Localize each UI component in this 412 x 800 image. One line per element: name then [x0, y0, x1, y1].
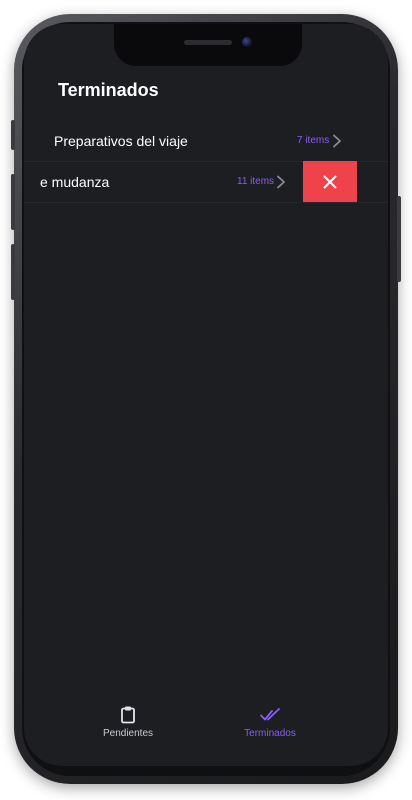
chevron-right-icon [277, 175, 285, 189]
speaker [184, 40, 232, 45]
app-screen: Terminados Preparativos del viaje 7 item… [24, 24, 388, 766]
notch [114, 24, 302, 66]
tab-pendientes[interactable]: Pendientes [68, 704, 188, 739]
list-item[interactable]: Preparativos del viaje 7 items [24, 121, 388, 162]
page-title: Terminados [58, 80, 159, 100]
volume-up-button [11, 174, 15, 230]
clipboard-icon [121, 706, 135, 724]
camera [242, 37, 252, 47]
list-item-label: Preparativos del viaje [54, 133, 188, 149]
volume-down-button [11, 244, 15, 300]
delete-button[interactable] [303, 161, 357, 202]
list-item-count: 11 items [237, 176, 275, 187]
tab-label: Terminados [244, 728, 296, 739]
power-button [397, 196, 401, 282]
action-button [11, 120, 15, 150]
chevron-right-icon [333, 134, 341, 148]
tab-bar: Pendientes Terminados [24, 702, 388, 766]
double-check-icon [260, 708, 280, 721]
close-icon [323, 175, 337, 188]
tab-terminados[interactable]: Terminados [210, 704, 330, 739]
tab-label: Pendientes [102, 728, 154, 739]
list-item-count: 7 items [297, 135, 330, 146]
list-item-label: e mudanza [40, 174, 110, 190]
